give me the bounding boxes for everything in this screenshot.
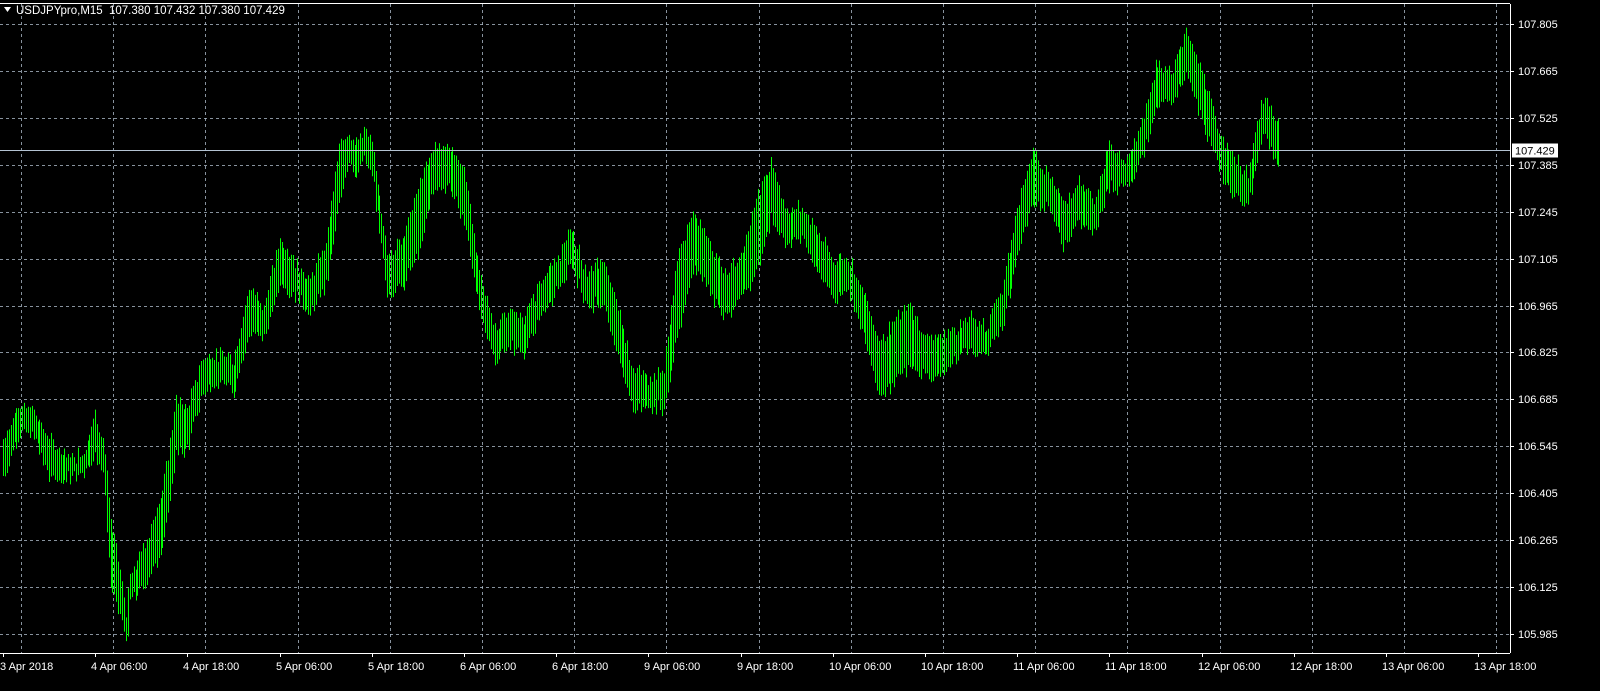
x-tick-label: 3 Apr 2018 xyxy=(0,661,53,673)
x-tick-label: 5 Apr 06:00 xyxy=(276,661,332,673)
x-tick-label: 13 Apr 18:00 xyxy=(1474,661,1536,673)
x-tick-label: 9 Apr 06:00 xyxy=(644,661,700,673)
ohlc-values-label: 107.380 107.432 107.380 107.429 xyxy=(109,5,285,17)
x-tick-label: 11 Apr 06:00 xyxy=(1013,661,1075,673)
y-tick-label: 106.965 xyxy=(1518,301,1558,313)
x-tick-label: 10 Apr 18:00 xyxy=(921,661,983,673)
y-tick-label: 106.125 xyxy=(1518,582,1558,594)
x-tick-label: 6 Apr 18:00 xyxy=(552,661,608,673)
symbol-timeframe-label: USDJPYpro,M15 xyxy=(16,5,103,17)
x-tick-label: 9 Apr 18:00 xyxy=(737,661,793,673)
y-tick-label: 107.805 xyxy=(1518,19,1558,31)
y-tick-label: 107.385 xyxy=(1518,160,1558,172)
y-tick-label: 105.985 xyxy=(1518,629,1558,641)
y-tick-label: 106.545 xyxy=(1518,441,1558,453)
y-tick-label: 106.825 xyxy=(1518,347,1558,359)
chart-header: USDJPYpro,M15 107.380 107.432 107.380 10… xyxy=(4,5,285,17)
current-price-tag: 107.429 xyxy=(1512,143,1558,158)
y-tick-label: 107.525 xyxy=(1518,113,1558,125)
price-chart[interactable]: 107.805 107.665 107.525 107.385 107.245 107.1… xyxy=(0,0,1600,691)
current-price-tag-label: 107.429 xyxy=(1515,146,1555,158)
y-tick-label: 106.405 xyxy=(1518,488,1558,500)
y-tick-label: 106.685 xyxy=(1518,394,1558,406)
x-tick-label: 12 Apr 06:00 xyxy=(1198,661,1260,673)
y-tick-label: 107.105 xyxy=(1518,254,1558,266)
x-tick-label: 11 Apr 18:00 xyxy=(1105,661,1167,673)
x-tick-label: 5 Apr 18:00 xyxy=(368,661,424,673)
y-tick-label: 107.245 xyxy=(1518,207,1558,219)
x-tick-label: 4 Apr 18:00 xyxy=(183,661,239,673)
x-tick-label: 10 Apr 06:00 xyxy=(829,661,891,673)
x-tick-label: 4 Apr 06:00 xyxy=(91,661,147,673)
y-tick-label: 107.665 xyxy=(1518,66,1558,78)
x-tick-label: 12 Apr 18:00 xyxy=(1290,661,1352,673)
y-tick-label: 106.265 xyxy=(1518,535,1558,547)
x-tick-label: 6 Apr 06:00 xyxy=(460,661,516,673)
x-tick-label: 13 Apr 06:00 xyxy=(1382,661,1444,673)
